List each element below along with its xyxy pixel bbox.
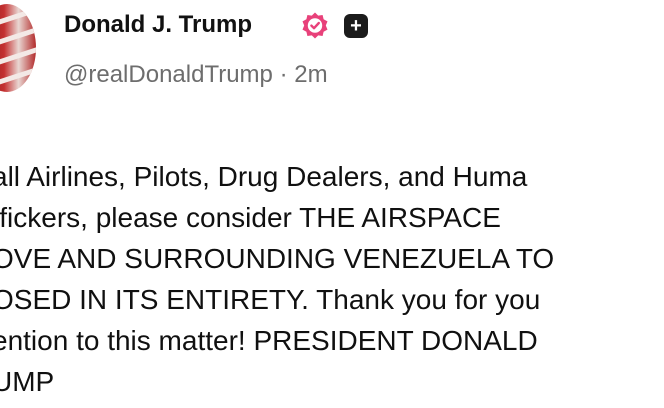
post-body-line: ention to this matter! PRESIDENT DONALD bbox=[0, 325, 538, 356]
avatar[interactable] bbox=[0, 4, 36, 92]
timestamp[interactable]: 2m bbox=[294, 61, 327, 88]
separator: · bbox=[279, 61, 288, 88]
post-body-line: OSED IN ITS ENTIRETY. Thank you for you bbox=[0, 284, 541, 315]
post-body-line: UMP bbox=[0, 366, 55, 397]
verified-badge-icon bbox=[302, 12, 328, 39]
post-body-line: OVE AND SURROUNDING VENEZUELA TO bbox=[0, 243, 555, 274]
post-body: all Airlines, Pilots, Drug Dealers, and … bbox=[0, 156, 664, 402]
handle[interactable]: @realDonaldTrump bbox=[64, 61, 273, 88]
handle-line: @realDonaldTrump · 2m bbox=[64, 60, 328, 90]
post-body-line: ffickers, please consider THE AIRSPACE bbox=[0, 202, 501, 233]
post-body-line: all Airlines, Pilots, Drug Dealers, and … bbox=[0, 161, 528, 192]
display-name[interactable]: Donald J. Trump bbox=[64, 10, 252, 40]
post-card: Donald J. Trump + @realDonaldTrump · 2m … bbox=[0, 0, 664, 408]
plus-icon[interactable]: + bbox=[344, 14, 368, 38]
